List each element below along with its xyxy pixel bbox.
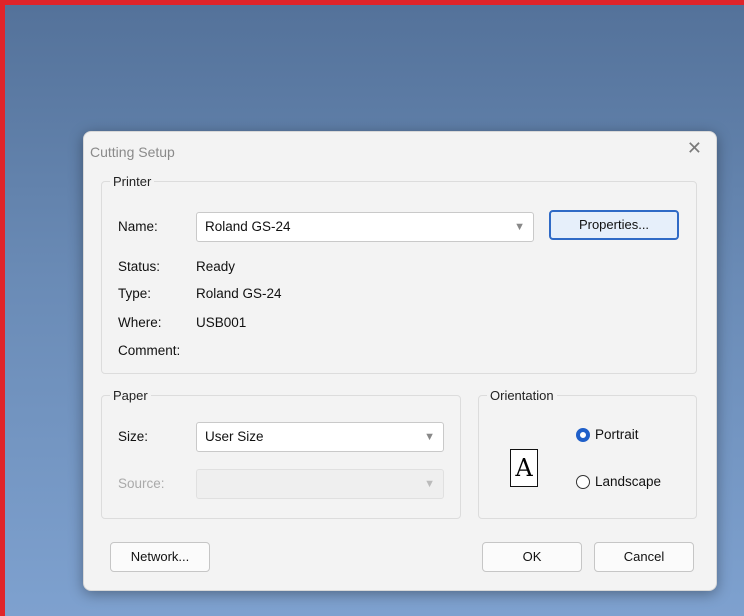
properties-button[interactable]: Properties... (549, 210, 679, 240)
landscape-label[interactable]: Landscape (595, 474, 661, 489)
printer-group-label: Printer (113, 174, 152, 189)
type-value: Roland GS-24 (196, 286, 282, 301)
status-label: Status: (118, 259, 161, 274)
paper-group: Paper (101, 388, 461, 519)
paper-size-value: User Size (205, 429, 264, 444)
cancel-button[interactable]: Cancel (594, 542, 694, 572)
chevron-down-icon: ▼ (424, 431, 435, 443)
paper-group-label: Paper (113, 388, 148, 403)
type-label: Type: (118, 286, 152, 301)
printer-name-select[interactable]: Roland GS-24 ▼ (196, 212, 534, 242)
paper-size-label: Size: (118, 429, 149, 444)
network-button[interactable]: Network... (110, 542, 210, 572)
where-label: Where: (118, 315, 162, 330)
landscape-radio[interactable] (576, 475, 590, 489)
comment-label: Comment: (118, 343, 181, 358)
close-icon[interactable]: ✕ (687, 138, 702, 159)
printer-name-label: Name: (118, 219, 158, 234)
paper-size-select[interactable]: User Size ▼ (196, 422, 444, 452)
printer-name-value: Roland GS-24 (205, 219, 291, 234)
orientation-group-label: Orientation (490, 388, 554, 403)
page-orientation-icon: A (510, 449, 538, 487)
dialog-title: Cutting Setup (90, 144, 175, 160)
where-value: USB001 (196, 315, 247, 330)
paper-source-label: Source: (118, 476, 165, 491)
printer-group: Printer (101, 174, 697, 374)
status-value: Ready (196, 259, 236, 274)
portrait-radio[interactable] (576, 428, 590, 442)
chevron-down-icon: ▼ (424, 478, 435, 490)
chevron-down-icon: ▼ (514, 221, 525, 233)
ok-button[interactable]: OK (482, 542, 582, 572)
paper-source-select: ▼ (196, 469, 444, 499)
portrait-label[interactable]: Portrait (595, 427, 639, 442)
